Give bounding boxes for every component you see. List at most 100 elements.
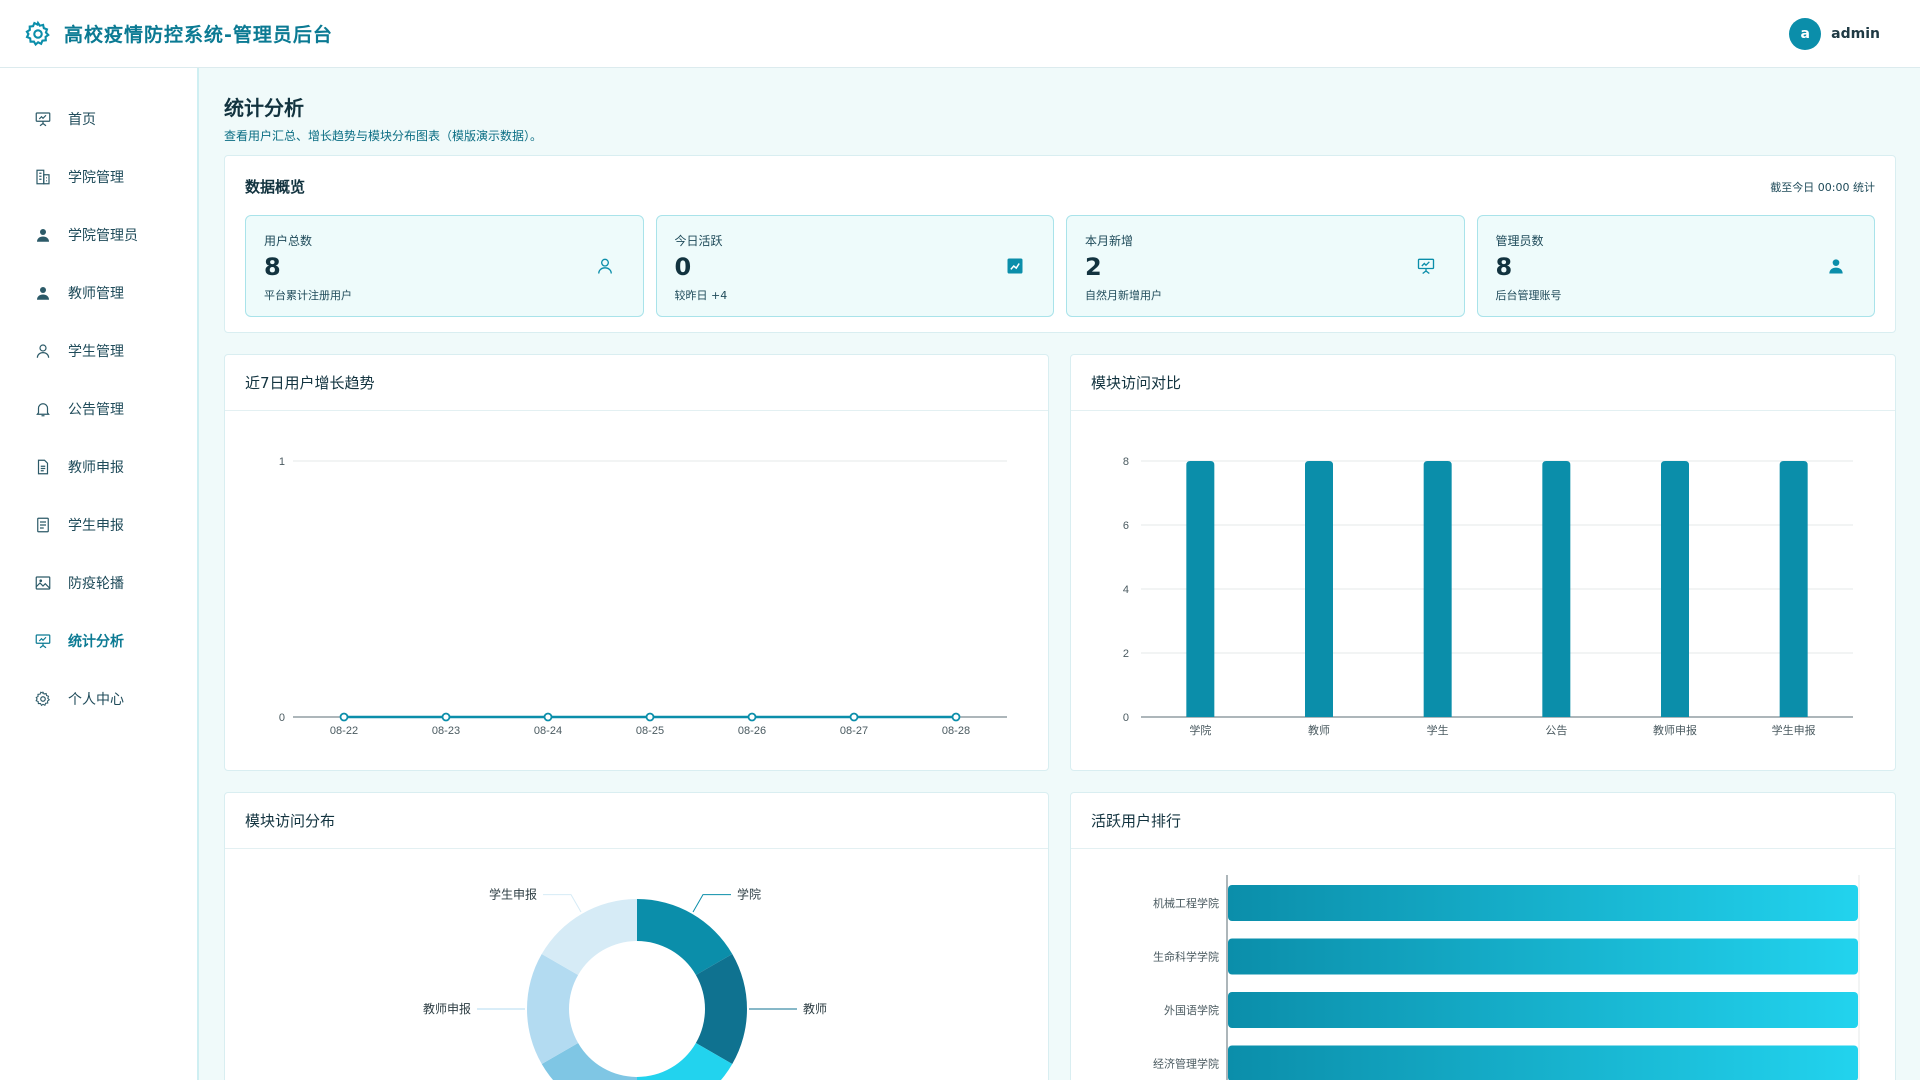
y-tick-label: 机械工程学院 xyxy=(1153,896,1219,910)
avatar[interactable]: a xyxy=(1789,17,1822,50)
top-header: 高校疫情防控系统-管理员后台 a admin xyxy=(0,0,1920,68)
sidebar-item-2[interactable]: 学院管理员 xyxy=(0,206,197,264)
stat-label: 用户总数 xyxy=(264,234,313,248)
presentation-icon xyxy=(35,112,51,127)
data-point xyxy=(951,712,961,722)
document-icon xyxy=(37,459,49,475)
user-solid-icon xyxy=(37,287,49,300)
username[interactable]: admin xyxy=(1831,26,1880,42)
x-tick-label: 08-25 xyxy=(636,725,664,737)
gear-icon xyxy=(24,20,52,48)
user-menu[interactable]: a admin xyxy=(1789,17,1880,50)
sidebar-item-4[interactable]: 学生管理 xyxy=(0,322,197,380)
x-tick-label: 08-23 xyxy=(432,725,460,737)
line-chart: 0 1 08-22 08-23 08-24 08-25 08-26 08-27 08-28 xyxy=(279,456,1007,737)
main-content: 统计分析 查看用户汇总、增长趋势与模块分布图表（模版演示数据）。 数据概览 截至… xyxy=(199,68,1920,1080)
sidebar-item-5[interactable]: 公告管理 xyxy=(0,380,197,438)
sidebar-item-label: 学院管理员 xyxy=(68,228,138,244)
x-tick-label: 学生 xyxy=(1427,723,1449,737)
sidebar-item-10[interactable]: 个人中心 xyxy=(0,670,197,728)
x-tick-label: 08-22 xyxy=(330,725,358,737)
line-chart-panel: 近7日用户增长趋势 0 1 08-22 08-23 08-24 08-25 08-26 08-… xyxy=(224,354,1049,771)
slice-label: 教师 xyxy=(803,1001,827,1016)
data-point xyxy=(441,712,451,722)
stat-card: 今日活跃 0 较昨日 +4 xyxy=(655,215,1054,317)
bar xyxy=(1228,1045,1858,1080)
x-tick-label: 08-24 xyxy=(534,725,562,737)
label-leader-line xyxy=(543,894,582,913)
overview-card: 数据概览 截至今日 00:00 统计 用户总数 8 平台累计注册用户 今日活跃 0 较昨日… xyxy=(224,155,1896,333)
x-tick-label: 公告 xyxy=(1545,724,1567,737)
bar xyxy=(1542,461,1571,717)
sidebar-item-label: 学生管理 xyxy=(68,344,124,360)
data-point xyxy=(543,712,553,722)
bar xyxy=(1779,461,1808,717)
brand: 高校疫情防控系统-管理员后台 xyxy=(24,20,333,48)
panel-title: 近7日用户增长趋势 xyxy=(225,355,1048,411)
presentation-icon xyxy=(1417,258,1434,275)
sidebar-item-label: 公告管理 xyxy=(68,402,124,418)
y-tick-label: 0 xyxy=(1123,712,1129,724)
data-point xyxy=(747,712,757,722)
sidebar-item-6[interactable]: 教师申报 xyxy=(0,438,197,496)
sidebar-item-label: 统计分析 xyxy=(68,634,124,650)
stat-subtext: 后台管理账号 xyxy=(1495,289,1562,302)
trend-chart-icon xyxy=(1007,258,1023,274)
data-point xyxy=(339,712,349,722)
y-tick-label: 8 xyxy=(1123,456,1129,468)
x-tick-label: 08-27 xyxy=(840,725,868,737)
page-description: 查看用户汇总、增长趋势与模块分布图表（模版演示数据）。 xyxy=(224,129,543,143)
sidebar-item-3[interactable]: 教师管理 xyxy=(0,264,197,322)
stat-value: 2 xyxy=(1085,253,1102,281)
stat-card: 本月新增 2 自然月新增用户 xyxy=(1066,215,1465,317)
slice-label: 教师申报 xyxy=(423,1001,471,1016)
bar xyxy=(1228,992,1858,1028)
stat-label: 今日活跃 xyxy=(674,234,723,248)
sidebar-item-label: 学生申报 xyxy=(68,518,124,534)
building-icon xyxy=(36,169,50,185)
sidebar-item-label: 学院管理 xyxy=(68,170,124,186)
stat-value: 8 xyxy=(1495,253,1513,281)
stat-value: 0 xyxy=(674,253,692,281)
sidebar-item-1[interactable]: 学院管理 xyxy=(0,148,197,206)
user-solid-icon xyxy=(1829,259,1843,274)
sidebar: 首页学院管理学院管理员教师管理学生管理公告管理教师申报学生申报防疫轮播统计分析个… xyxy=(0,68,199,1080)
label-leader-line xyxy=(692,894,731,913)
sidebar-item-label: 个人中心 xyxy=(68,692,124,708)
data-point xyxy=(849,712,859,722)
sidebar-item-8[interactable]: 防疫轮播 xyxy=(0,554,197,612)
sidebar-item-9[interactable]: 统计分析 xyxy=(0,612,197,670)
bar-chart: 0 2 4 6 8 学院 教师 学生 公告 教师申报 学生申报 xyxy=(1123,456,1853,737)
user-solid-icon xyxy=(37,229,49,242)
image-icon xyxy=(35,576,51,590)
bell-icon xyxy=(36,403,50,417)
bar-chart-panel: 模块访问对比 0 2 4 6 8 学院 教师 学生 公告 教师申报 学生申报 xyxy=(1070,354,1896,771)
panel-title: 模块访问对比 xyxy=(1071,355,1895,411)
bar xyxy=(1228,885,1858,921)
bar xyxy=(1423,461,1452,717)
sidebar-item-0[interactable]: 首页 xyxy=(0,90,197,148)
overview-title: 数据概览 xyxy=(245,178,306,196)
x-tick-label: 学院 xyxy=(1189,723,1211,737)
stat-subtext: 较昨日 +4 xyxy=(674,289,728,302)
x-tick-label: 教师 xyxy=(1308,724,1330,737)
y-tick-label: 4 xyxy=(1123,584,1129,596)
y-tick-label: 生命科学学院 xyxy=(1153,950,1219,964)
sidebar-item-7[interactable]: 学生申报 xyxy=(0,496,197,554)
sidebar-item-label: 教师管理 xyxy=(68,286,124,302)
y-tick-label: 经济管理学院 xyxy=(1153,1057,1219,1071)
stat-card: 管理员数 8 后台管理账号 xyxy=(1476,215,1875,317)
stat-label: 管理员数 xyxy=(1495,234,1544,248)
app-title: 高校疫情防控系统-管理员后台 xyxy=(64,24,333,46)
sidebar-item-label: 首页 xyxy=(68,112,96,128)
y-tick-label: 1 xyxy=(279,456,285,468)
stat-cards: 用户总数 8 平台累计注册用户 今日活跃 0 较昨日 +4 本月新增 2 自然月新增用户 管理员数… xyxy=(245,215,1875,317)
stat-subtext: 平台累计注册用户 xyxy=(264,289,352,302)
y-tick-label: 0 xyxy=(279,712,285,724)
y-tick-label: 6 xyxy=(1123,520,1129,532)
bar xyxy=(1661,461,1689,717)
user-outline-icon xyxy=(597,258,612,274)
y-tick-label: 2 xyxy=(1123,648,1129,660)
x-tick-label: 教师申报 xyxy=(1653,723,1697,737)
donut-chart: 学院教师 教师申报 学生申报 xyxy=(423,887,827,1080)
